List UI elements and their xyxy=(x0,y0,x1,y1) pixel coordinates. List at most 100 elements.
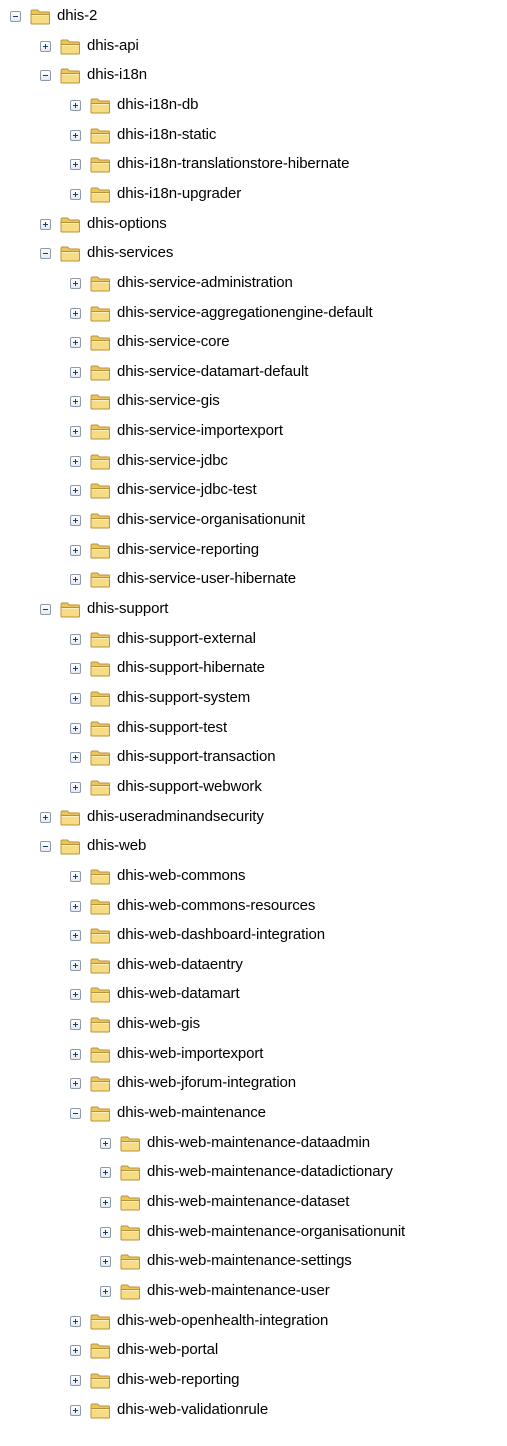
collapse-toggle-icon[interactable] xyxy=(40,247,51,259)
collapse-toggle-icon[interactable] xyxy=(40,69,51,81)
tree-node[interactable]: dhis-service-jdbc xyxy=(70,449,228,473)
tree-node[interactable]: dhis-service-datamart-default xyxy=(70,360,308,384)
tree-node[interactable]: dhis-web-importexport xyxy=(70,1042,263,1066)
tree-node[interactable]: dhis-api xyxy=(40,34,139,58)
tree-node[interactable]: dhis-service-organisationunit xyxy=(70,508,305,532)
expand-toggle-icon[interactable] xyxy=(70,544,81,556)
tree-node[interactable]: dhis-service-administration xyxy=(70,271,293,295)
tree-node[interactable]: dhis-web-gis xyxy=(70,1012,200,1036)
tree-node[interactable]: dhis-service-importexport xyxy=(70,419,283,443)
expand-toggle-icon[interactable] xyxy=(70,455,81,467)
expand-toggle-icon[interactable] xyxy=(70,722,81,734)
expand-toggle-icon[interactable] xyxy=(40,811,51,823)
tree-node[interactable]: dhis-web-datamart xyxy=(70,982,240,1006)
collapse-toggle-icon[interactable] xyxy=(40,840,51,852)
tree-node[interactable]: dhis-support xyxy=(40,597,168,621)
folder-icon xyxy=(120,1195,140,1210)
expand-toggle-icon[interactable] xyxy=(70,1374,81,1386)
tree-node[interactable]: dhis-web-openhealth-integration xyxy=(70,1309,328,1333)
tree-node[interactable]: dhis-support-transaction xyxy=(70,745,276,769)
tree-node[interactable]: dhis-service-core xyxy=(70,330,230,354)
expand-toggle-icon[interactable] xyxy=(70,929,81,941)
tree-node[interactable]: dhis-web-maintenance-settings xyxy=(100,1249,352,1273)
tree-node[interactable]: dhis-web-maintenance xyxy=(70,1101,266,1125)
tree-node[interactable]: dhis-i18n xyxy=(40,63,147,87)
expand-toggle-icon[interactable] xyxy=(70,959,81,971)
expand-toggle-icon[interactable] xyxy=(70,1048,81,1060)
tree-node[interactable]: dhis-service-user-hibernate xyxy=(70,567,296,591)
expand-toggle-icon[interactable] xyxy=(70,336,81,348)
tree-node[interactable]: dhis-i18n-translationstore-hibernate xyxy=(70,152,349,176)
expand-toggle-icon[interactable] xyxy=(70,99,81,111)
tree-node[interactable]: dhis-web-validationrule xyxy=(70,1398,268,1422)
expand-toggle-icon[interactable] xyxy=(70,307,81,319)
expand-toggle-icon[interactable] xyxy=(70,988,81,1000)
expand-toggle-icon[interactable] xyxy=(70,1077,81,1089)
expand-toggle-icon[interactable] xyxy=(100,1196,111,1208)
tree-node[interactable]: dhis-web xyxy=(40,834,146,858)
tree-node[interactable]: dhis-web-maintenance-dataset xyxy=(100,1190,349,1214)
tree-node[interactable]: dhis-i18n-static xyxy=(70,123,216,147)
expand-toggle-icon[interactable] xyxy=(70,514,81,526)
tree-node[interactable]: dhis-web-dataentry xyxy=(70,953,243,977)
folder-label: dhis-web-maintenance-user xyxy=(147,1282,330,1299)
expand-toggle-icon[interactable] xyxy=(70,573,81,585)
expand-toggle-icon[interactable] xyxy=(70,662,81,674)
tree-node[interactable]: dhis-2 xyxy=(10,4,97,28)
expand-toggle-icon[interactable] xyxy=(70,484,81,496)
expand-toggle-icon[interactable] xyxy=(70,188,81,200)
expand-toggle-icon[interactable] xyxy=(70,692,81,704)
expand-toggle-icon[interactable] xyxy=(70,425,81,437)
expand-toggle-icon[interactable] xyxy=(70,129,81,141)
expand-toggle-icon[interactable] xyxy=(100,1137,111,1149)
tree-node[interactable]: dhis-service-gis xyxy=(70,389,220,413)
tree-node[interactable]: dhis-support-system xyxy=(70,686,250,710)
tree-node[interactable]: dhis-web-reporting xyxy=(70,1368,240,1392)
expand-toggle-icon[interactable] xyxy=(70,158,81,170)
tree-node[interactable]: dhis-i18n-db xyxy=(70,93,198,117)
expand-toggle-icon[interactable] xyxy=(70,781,81,793)
tree-node[interactable]: dhis-options xyxy=(40,212,167,236)
tree-node[interactable]: dhis-service-aggregationengine-default xyxy=(70,301,373,325)
collapse-toggle-icon[interactable] xyxy=(40,603,51,615)
tree-node[interactable]: dhis-web-maintenance-datadictionary xyxy=(100,1160,393,1184)
expand-toggle-icon[interactable] xyxy=(100,1166,111,1178)
tree-node[interactable]: dhis-web-maintenance-dataadmin xyxy=(100,1131,370,1155)
expand-toggle-icon[interactable] xyxy=(70,900,81,912)
expand-toggle-icon[interactable] xyxy=(70,1344,81,1356)
tree-node[interactable]: dhis-web-jforum-integration xyxy=(70,1071,296,1095)
tree-node[interactable]: dhis-web-portal xyxy=(70,1338,218,1362)
tree-node[interactable]: dhis-web-commons xyxy=(70,864,246,888)
tree-node[interactable]: dhis-web-maintenance-organisationunit xyxy=(100,1220,405,1244)
tree-node[interactable]: dhis-web-maintenance-user xyxy=(100,1279,330,1303)
expand-toggle-icon[interactable] xyxy=(70,1315,81,1327)
tree-node[interactable]: dhis-support-external xyxy=(70,627,256,651)
tree-node[interactable]: dhis-support-webwork xyxy=(70,775,262,799)
expand-toggle-icon[interactable] xyxy=(100,1285,111,1297)
tree-node[interactable]: dhis-i18n-upgrader xyxy=(70,182,241,206)
expand-toggle-icon[interactable] xyxy=(70,366,81,378)
expand-toggle-icon[interactable] xyxy=(40,218,51,230)
expand-toggle-icon[interactable] xyxy=(70,870,81,882)
expand-toggle-icon[interactable] xyxy=(70,633,81,645)
tree-node[interactable]: dhis-web-dashboard-integration xyxy=(70,923,325,947)
tree-node[interactable]: dhis-services xyxy=(40,241,173,265)
tree-node[interactable]: dhis-web-commons-resources xyxy=(70,894,315,918)
expand-toggle-icon[interactable] xyxy=(100,1226,111,1238)
collapse-toggle-icon[interactable] xyxy=(10,10,21,22)
tree-node[interactable]: dhis-useradminandsecurity xyxy=(40,805,264,829)
expand-toggle-icon[interactable] xyxy=(70,395,81,407)
collapse-toggle-icon[interactable] xyxy=(70,1107,81,1119)
folder-label: dhis-services xyxy=(87,244,174,261)
expand-toggle-icon[interactable] xyxy=(70,1018,81,1030)
tree-node[interactable]: dhis-service-reporting xyxy=(70,538,259,562)
expand-toggle-icon[interactable] xyxy=(70,277,81,289)
tree-node[interactable]: dhis-service-jdbc-test xyxy=(70,478,257,502)
expand-toggle-icon[interactable] xyxy=(40,40,51,52)
expand-toggle-icon[interactable] xyxy=(70,1404,81,1416)
tree-node[interactable]: dhis-support-hibernate xyxy=(70,656,265,680)
expand-toggle-icon[interactable] xyxy=(100,1255,111,1267)
expand-toggle-icon[interactable] xyxy=(70,751,81,763)
folder-icon xyxy=(60,68,80,83)
tree-node[interactable]: dhis-support-test xyxy=(70,716,227,740)
